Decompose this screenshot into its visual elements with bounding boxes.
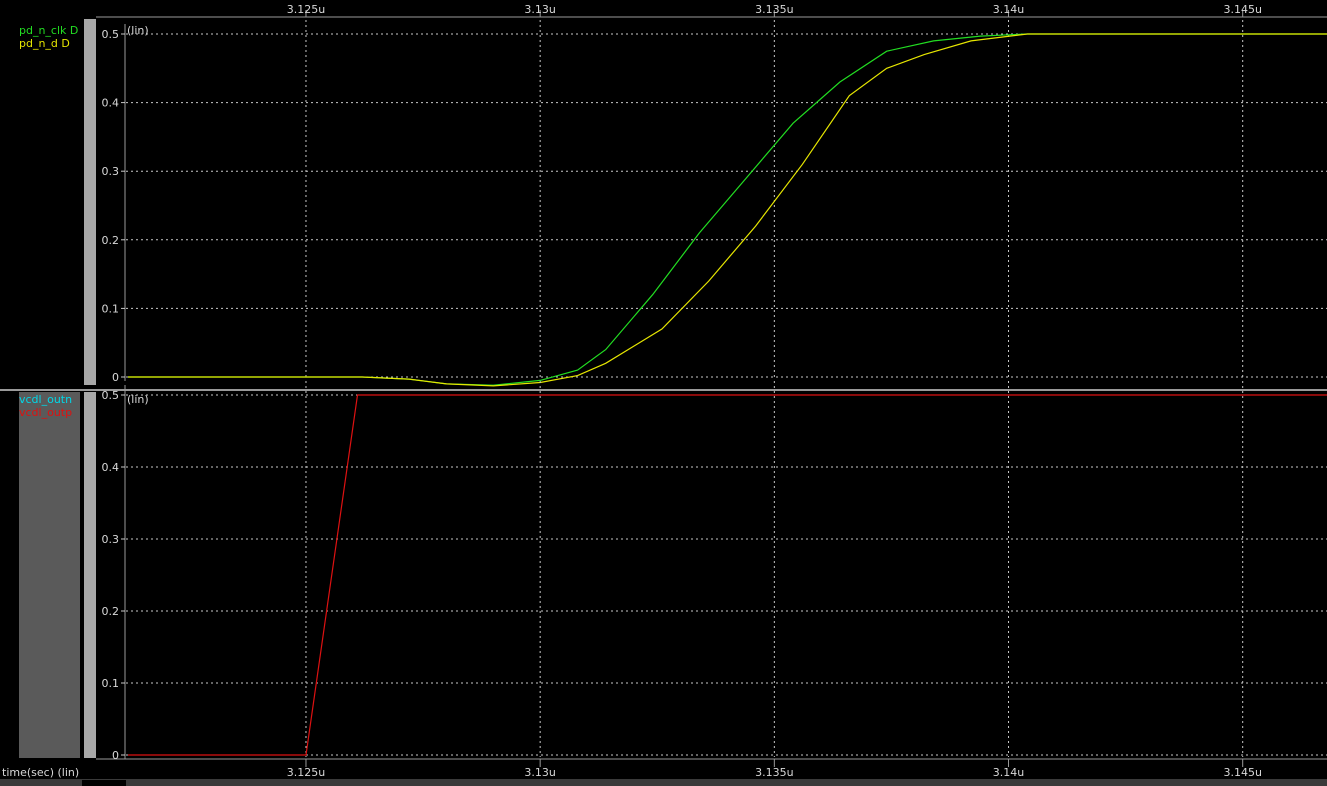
y-tick-label: 0.2 <box>102 605 120 618</box>
top-time-tick-label: 3.14u <box>993 3 1024 16</box>
bottom-time-tick-label: 3.125u <box>287 766 325 779</box>
top-time-tick-label: 3.135u <box>755 3 793 16</box>
top-scrollbar[interactable] <box>84 19 96 385</box>
scale-label: (lin) <box>127 393 149 406</box>
y-tick-label: 0.4 <box>102 97 120 110</box>
signal-name-vcdl_outn[interactable]: vcdl_outn <box>19 393 72 406</box>
waveform-viewer: time(sec) (lin) 3.125u 3.125u 3.13u 3.13u 3.… <box>0 3 1327 786</box>
top-time-tick-label: 3.145u <box>1223 3 1261 16</box>
y-tick-label: 0.5 <box>102 28 120 41</box>
y-tick-label: 0.2 <box>102 234 120 247</box>
status-field <box>82 780 126 786</box>
signal-name-pd_n_clk[interactable]: pd_n_clk D <box>19 24 78 37</box>
trace-vcdl_outp <box>128 394 1327 756</box>
trace-pd_n_clk <box>128 33 1327 386</box>
status-bar <box>0 779 1327 786</box>
bottom-scrollbar[interactable] <box>84 392 96 758</box>
y-tick-label: 0.1 <box>102 677 120 690</box>
bottom-label-panel <box>19 392 80 758</box>
y-tick-label: 0.3 <box>102 165 120 178</box>
top-time-tick-label: 3.125u <box>287 3 325 16</box>
y-tick-label: 0.1 <box>102 302 120 315</box>
signal-name-pd_n_d[interactable]: pd_n_d D <box>19 37 70 50</box>
scale-label: (lin) <box>127 24 149 37</box>
top-time-tick-label: 3.13u <box>524 3 555 16</box>
y-tick-label: 0 <box>112 371 119 384</box>
y-tick-label: 0 <box>112 749 119 762</box>
top-label-panel <box>0 17 80 388</box>
signal-name-vcdl_outp[interactable]: vcdl_outp <box>19 406 72 419</box>
time-axis-label: time(sec) (lin) <box>2 766 79 779</box>
bottom-time-tick-label: 3.14u <box>993 766 1024 779</box>
y-tick-label: 0.3 <box>102 533 120 546</box>
bottom-time-tick-label: 3.13u <box>524 766 555 779</box>
trace-pd_n_d <box>128 33 1327 387</box>
bottom-time-tick-label: 3.135u <box>755 766 793 779</box>
y-tick-label: 0.4 <box>102 461 120 474</box>
bottom-time-tick-label: 3.145u <box>1223 766 1261 779</box>
y-tick-label: 0.5 <box>102 389 120 402</box>
